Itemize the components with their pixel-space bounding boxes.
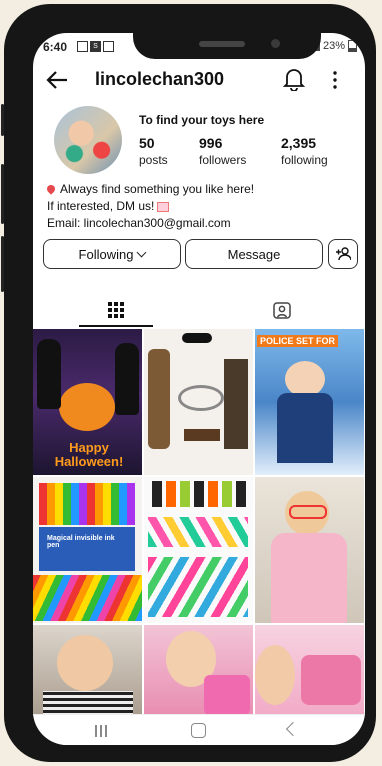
following-button[interactable]: Following	[43, 239, 181, 269]
tab-tagged[interactable]	[199, 293, 365, 327]
back-arrow-icon[interactable]	[45, 69, 69, 91]
post-caption: Happy Halloween!	[54, 440, 124, 469]
trousers-shape	[224, 359, 248, 449]
bell-icon[interactable]	[283, 67, 305, 91]
pin-icon	[45, 183, 57, 195]
toy-shape	[301, 655, 361, 705]
s-notification-icon: S	[90, 41, 101, 52]
front-camera	[271, 39, 280, 48]
child-face	[57, 635, 113, 691]
glasses-shape	[289, 505, 327, 519]
post-thumbnail[interactable]	[144, 329, 253, 475]
profile-bio-title: To find your toys here	[139, 113, 265, 127]
belt-shape	[184, 429, 220, 441]
post-thumbnail[interactable]: Happy Halloween!	[33, 329, 142, 475]
back-nav-icon[interactable]	[285, 721, 301, 737]
profile-username: lincolechan300	[95, 69, 225, 89]
notification-icons: S	[77, 41, 114, 52]
volume-up-button	[1, 104, 4, 136]
power-button	[1, 236, 4, 292]
post-thumbnail[interactable]: Magical invisible ink pen	[33, 477, 142, 623]
volume-down-button	[1, 164, 4, 224]
posts-grid: Happy Halloween! POLICE SET FOR Magical …	[33, 329, 365, 719]
post-thumbnail[interactable]	[144, 477, 253, 623]
message-button[interactable]: Message	[185, 239, 323, 269]
child-figure	[37, 339, 61, 409]
skeleton-figures	[152, 481, 246, 507]
post-thumbnail[interactable]	[33, 625, 142, 719]
phone-frame: 6:40 S 23% lincolechan300 To find your t…	[1, 4, 376, 762]
child-figure	[115, 343, 139, 415]
stat-followers-value: 996	[199, 135, 223, 151]
stat-posts[interactable]: 50 posts	[139, 135, 168, 167]
post-caption: Magical invisible ink pen	[47, 535, 115, 549]
gallery-notification-icon	[77, 41, 88, 52]
post-thumbnail[interactable]	[255, 477, 364, 623]
following-button-label: Following	[78, 246, 134, 262]
stretch-toys	[148, 517, 248, 547]
bio-email[interactable]: Email: lincolechan300@gmail.com	[47, 215, 357, 232]
child-face	[255, 645, 295, 705]
system-nav-bar	[33, 714, 365, 745]
profile-avatar[interactable]	[54, 106, 122, 174]
stat-following-label: following	[281, 153, 328, 167]
chevron-down-icon	[137, 247, 147, 258]
stat-following[interactable]: 2,395 following	[281, 135, 328, 167]
profile-header: lincolechan300	[33, 63, 365, 97]
add-user-button[interactable]	[328, 239, 358, 269]
stat-followers[interactable]: 996 followers	[199, 135, 246, 167]
message-notification-icon	[103, 41, 114, 52]
home-icon[interactable]	[191, 723, 206, 738]
speaker-grille	[199, 41, 245, 47]
costume-figure	[148, 349, 170, 449]
active-tab-indicator	[79, 325, 153, 327]
tagged-person-icon	[273, 302, 291, 319]
pen-set-shape	[39, 483, 135, 525]
stat-posts-value: 50	[139, 135, 155, 151]
camera-notch	[133, 33, 321, 59]
message-button-label: Message	[227, 246, 281, 262]
doctor-coat	[271, 533, 347, 623]
bio-line-2: If interested, DM us!	[47, 199, 155, 213]
status-time: 6:40	[43, 40, 68, 54]
profile-bio: Always find something you like here! If …	[45, 181, 357, 232]
stat-posts-label: posts	[139, 153, 168, 167]
package-box	[39, 527, 135, 571]
post-thumbnail[interactable]	[255, 625, 364, 719]
post-thumbnail[interactable]	[144, 625, 253, 719]
love-letter-icon	[157, 201, 170, 212]
recent-apps-icon[interactable]	[95, 725, 109, 737]
post-caption: POLICE SET FOR	[257, 335, 339, 347]
toy-shape	[204, 675, 250, 715]
battery-percent: 23%	[322, 40, 345, 52]
phone-screen: 6:40 S 23% lincolechan300 To find your t…	[33, 33, 365, 745]
police-uniform	[277, 393, 333, 463]
stat-following-value: 2,395	[281, 135, 317, 151]
pens-shape	[33, 575, 142, 621]
post-thumbnail[interactable]: POLICE SET FOR	[255, 329, 364, 475]
bio-line-1: Always find something you like here!	[60, 182, 255, 196]
more-options-icon[interactable]	[331, 68, 339, 92]
grid-icon	[108, 302, 124, 318]
child-face	[285, 361, 325, 397]
tab-posts-grid[interactable]	[33, 293, 199, 327]
pumpkin-shape	[59, 383, 115, 431]
add-user-icon	[336, 247, 351, 261]
profile-tabs	[33, 293, 365, 327]
handcuffs-shape	[178, 385, 224, 411]
stat-followers-label: followers	[199, 153, 247, 167]
sunglasses-shape	[182, 333, 212, 343]
stretch-toys	[148, 557, 248, 617]
profile-actions: Following Message	[43, 239, 358, 269]
battery-icon	[348, 40, 357, 52]
